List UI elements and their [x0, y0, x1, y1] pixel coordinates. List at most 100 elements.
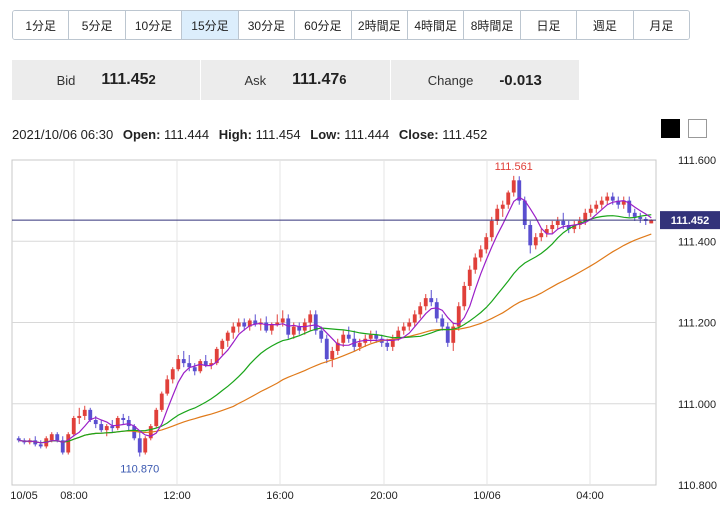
candle-body [407, 322, 412, 327]
ohlc-readout: 2021/10/06 06:30 Open: 111.444 High: 111… [12, 127, 487, 142]
close-label: Close: [398, 127, 439, 142]
candle-body [319, 330, 324, 339]
candle-body [110, 426, 115, 429]
candle-body [330, 350, 335, 360]
y-tick-label: 111.000 [678, 399, 716, 411]
candle-body [104, 426, 109, 431]
candle-body [478, 249, 483, 258]
candle-body [401, 326, 406, 331]
low-value: 111.444 [344, 127, 390, 142]
ask-value: 111.476 [292, 71, 346, 89]
tab-timeframe-8[interactable]: 4時間足 [407, 11, 465, 39]
candle-body [137, 438, 142, 453]
candle-body [341, 334, 346, 343]
candle-body [126, 420, 131, 427]
candle-body [154, 409, 159, 427]
candle-body [93, 420, 98, 425]
candle-body [368, 334, 373, 339]
candle-body [165, 379, 170, 394]
candle-body [324, 338, 329, 360]
high-annotation: 111.561 [495, 161, 533, 173]
open-value: 111.444 [164, 127, 210, 142]
ask-cell: Ask 111.476 [201, 60, 391, 100]
bid-last-digit: 2 [148, 72, 156, 87]
candle-body [550, 225, 555, 230]
tab-timeframe-1[interactable]: 1分足 [13, 11, 70, 39]
light-theme-button[interactable] [688, 119, 707, 138]
candle-body [99, 424, 104, 431]
candle-body [423, 298, 428, 307]
candle-body [308, 314, 313, 323]
candle-body [467, 269, 472, 286]
candle-body [605, 196, 610, 201]
candle-body [462, 285, 467, 307]
y-tick-label: 111.200 [678, 318, 716, 330]
candle-body [638, 216, 643, 219]
candle-body [231, 326, 236, 333]
candle-body [159, 393, 164, 410]
ohlc-datetime: 2021/10/06 06:30 [12, 127, 114, 142]
low-annotation: 110.870 [120, 464, 159, 476]
candle-body [88, 409, 93, 420]
candle-body [220, 340, 225, 349]
dark-theme-button[interactable] [661, 119, 680, 138]
x-tick-label: 16:00 [266, 490, 294, 502]
candle-body [555, 220, 560, 225]
ask-main: 111.47 [292, 71, 340, 88]
candle-body [236, 322, 241, 327]
tab-timeframe-12[interactable]: 月足 [633, 11, 689, 39]
candle-body [264, 322, 269, 331]
tab-timeframe-11[interactable]: 週足 [577, 11, 634, 39]
bid-cell: Bid 111.452 [12, 60, 202, 100]
candle-body [291, 326, 296, 335]
high-value: 111.454 [255, 127, 301, 142]
candle-body [225, 332, 230, 341]
y-tick-label: 111.600 [678, 155, 716, 167]
tab-timeframe-4[interactable]: 15分足 [182, 11, 239, 39]
candle-body [610, 196, 615, 201]
change-value: -0.013 [499, 71, 542, 89]
candle-body [440, 318, 445, 327]
bid-main: 111.45 [101, 71, 149, 88]
tab-timeframe-9[interactable]: 8時間足 [464, 11, 521, 39]
candle-body [280, 318, 285, 323]
close-value: 111.452 [442, 127, 488, 142]
candle-body [269, 324, 274, 331]
y-tick-label: 110.800 [678, 480, 717, 492]
candle-body [599, 200, 604, 205]
candle-body [473, 257, 478, 270]
tab-timeframe-6[interactable]: 60分足 [295, 11, 352, 39]
tab-timeframe-10[interactable]: 日足 [520, 11, 578, 39]
candle-body [181, 359, 186, 364]
candle-body [539, 233, 544, 238]
candle-body [434, 302, 439, 319]
candle-body [385, 342, 390, 347]
candle-body [121, 417, 126, 420]
candle-body [412, 314, 417, 323]
candle-body [49, 434, 54, 441]
candle-body [484, 237, 489, 250]
candle-body [77, 415, 82, 418]
candle-body [187, 363, 192, 368]
quote-panel: Bid 111.452 Ask 111.476 Change -0.013 [12, 60, 579, 100]
x-tick-label: 10/06 [473, 490, 501, 502]
candle-body [506, 192, 511, 205]
tab-timeframe-5[interactable]: 30分足 [238, 11, 296, 39]
candle-body [429, 298, 434, 303]
x-tick-label: 08:00 [60, 490, 88, 502]
candle-body [594, 204, 599, 209]
tab-timeframe-7[interactable]: 2時間足 [351, 11, 408, 39]
x-tick-label: 12:00 [163, 490, 191, 502]
candle-body [528, 225, 533, 246]
candle-body [82, 409, 87, 416]
candlestick-chart: 111.600 111.400 111.200 111.000 110.800 10/05… [10, 155, 720, 502]
tab-timeframe-3[interactable]: 10分足 [125, 11, 183, 39]
high-label: High: [218, 127, 252, 142]
tab-timeframe-2[interactable]: 5分足 [69, 11, 126, 39]
change-label: Change [427, 72, 474, 88]
candle-body [55, 434, 60, 441]
y-tick-label: 111.400 [678, 236, 716, 248]
candle-body [561, 220, 566, 225]
candle-body [143, 438, 148, 453]
candle-body [170, 369, 175, 380]
